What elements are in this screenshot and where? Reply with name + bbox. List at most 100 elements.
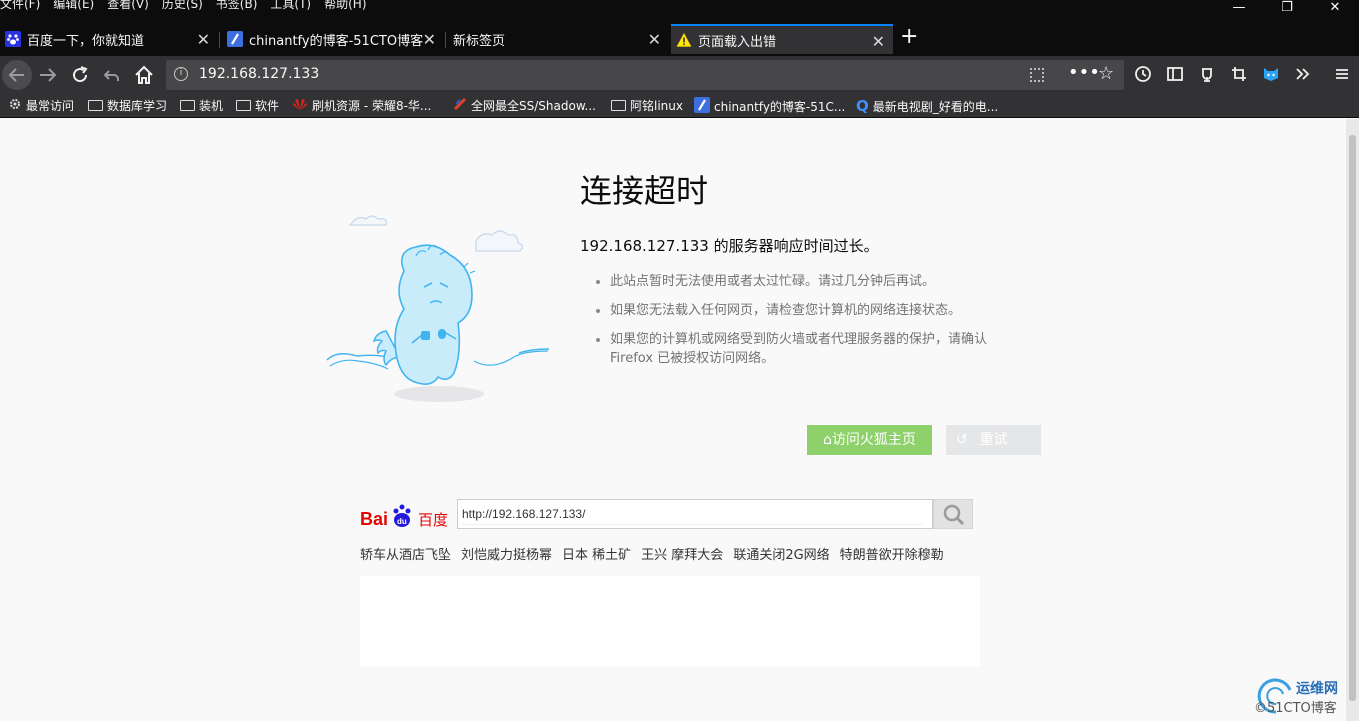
hot-search-link[interactable]: 联通关闭2G网络 bbox=[733, 544, 829, 563]
tab-baidu[interactable]: 百度一下，你就知道 ✕ bbox=[0, 24, 218, 54]
bookmark-label: 最新电视剧_好看的电... bbox=[872, 99, 999, 114]
bookmark-star-icon[interactable]: ☆ bbox=[1098, 63, 1114, 84]
bookmark-label: 软件 bbox=[255, 99, 280, 113]
bookmark-huawei[interactable]: 刷机资源 - 荣耀8-华... bbox=[292, 97, 431, 114]
dinosaur-unplugged-illustration bbox=[326, 215, 550, 402]
undo-close-button[interactable] bbox=[100, 63, 124, 87]
svg-text:du: du bbox=[397, 517, 407, 526]
close-window-button[interactable]: ✕ bbox=[1311, 0, 1359, 16]
baidu-search-button[interactable] bbox=[933, 499, 973, 529]
folder-icon bbox=[88, 100, 103, 111]
hot-search-link[interactable]: 王兴 摩拜大会 bbox=[641, 544, 723, 563]
hot-search-link[interactable]: 日本 稀土矿 bbox=[562, 544, 631, 563]
bookmarks-bar: 最常访问 数据库学习 装机 软件 刷机资源 - 荣耀8-华... 全网最全SS/… bbox=[0, 94, 1359, 118]
baidu-search-input[interactable] bbox=[462, 503, 922, 525]
forward-arrow-icon bbox=[40, 68, 57, 82]
bookmark-label: 装机 bbox=[199, 99, 224, 113]
minimize-button[interactable]: — bbox=[1215, 0, 1263, 16]
menu-file[interactable]: 文件(F) bbox=[0, 0, 40, 12]
tab-51cto[interactable]: chinantfy的博客-51CTO博客 ✕ bbox=[222, 24, 444, 54]
baidu-paw-icon bbox=[5, 31, 21, 47]
menu-view[interactable]: 查看(V) bbox=[107, 0, 149, 12]
hot-search-link[interactable]: 刘恺威力挺杨幂 bbox=[461, 544, 552, 563]
huawei-logo-icon bbox=[292, 97, 308, 114]
menu-bookmarks[interactable]: 书签(B) bbox=[216, 0, 258, 12]
close-tab-icon[interactable]: ✕ bbox=[872, 32, 885, 51]
sidebar-icon[interactable] bbox=[1166, 65, 1184, 83]
home-button[interactable] bbox=[132, 63, 156, 87]
back-button[interactable] bbox=[2, 60, 32, 90]
baidu-logo: Bai du 百度 bbox=[360, 504, 448, 529]
watermark-text: 运维网 bbox=[1296, 681, 1338, 697]
new-tab-button[interactable]: + bbox=[900, 26, 918, 48]
menu-bar: 文件(F) 编辑(E) 查看(V) 历史(S) 书签(B) 工具(T) 帮助(H… bbox=[0, 0, 1359, 22]
tab-load-error[interactable]: 页面载入出错 ✕ bbox=[671, 24, 893, 54]
tab-title: 页面载入出错 bbox=[698, 34, 777, 50]
pocket-icon[interactable] bbox=[1198, 65, 1216, 83]
screenshot-crop-icon[interactable] bbox=[1230, 65, 1248, 83]
tab-newtab[interactable]: 新标签页 ✕ bbox=[447, 24, 669, 54]
folder-icon bbox=[611, 100, 626, 111]
close-tab-icon[interactable]: ✕ bbox=[197, 30, 210, 49]
folder-icon bbox=[180, 100, 195, 111]
hot-search-list: 轿车从酒店飞坠 刘恺威力挺杨幂 日本 稀土矿 王兴 摩拜大会 联通关闭2G网络 … bbox=[360, 544, 944, 563]
maximize-button[interactable]: ❐ bbox=[1263, 0, 1311, 16]
bookmark-folder-software[interactable]: 软件 bbox=[236, 97, 279, 114]
bookmark-shadowsocks[interactable]: 全网最全SS/Shadow... bbox=[453, 97, 596, 114]
bookmark-most-visited[interactable]: 最常访问 bbox=[8, 97, 74, 114]
error-title: 连接超时 bbox=[580, 172, 709, 210]
info-icon[interactable]: i bbox=[174, 67, 188, 81]
bookmark-label: 阿铭linux bbox=[630, 99, 683, 113]
watermark: 运维网 ©51CTO博客 bbox=[1254, 676, 1350, 718]
bookmark-51cto[interactable]: chinantfy的博客-51C... bbox=[694, 97, 845, 116]
bookmark-folder-install[interactable]: 装机 bbox=[180, 97, 223, 114]
extension-cat-icon[interactable] bbox=[1262, 65, 1280, 83]
back-arrow-icon bbox=[8, 68, 24, 82]
error-description: 192.168.127.133 的服务器响应时间过长。 bbox=[580, 237, 879, 255]
tab-title: 百度一下，你就知道 bbox=[27, 33, 145, 49]
bookmark-label: 数据库学习 bbox=[107, 99, 168, 113]
blank-content-panel bbox=[360, 576, 980, 666]
bookmark-label: 全网最全SS/Shadow... bbox=[471, 99, 596, 113]
reload-button[interactable] bbox=[68, 63, 92, 87]
hamburger-menu-icon[interactable] bbox=[1333, 65, 1351, 83]
close-tab-icon[interactable]: ✕ bbox=[423, 30, 436, 49]
suggestion-item: 此站点暂时无法使用或者太过忙碌。请过几分钟后再试。 bbox=[596, 272, 1026, 291]
bookmark-label: 刷机资源 - 荣耀8-华... bbox=[312, 99, 432, 113]
vertical-scrollbar[interactable] bbox=[1346, 119, 1359, 721]
refresh-icon: ↺ bbox=[956, 432, 968, 448]
bookmark-label: 最常访问 bbox=[26, 99, 75, 113]
gear-icon bbox=[8, 97, 22, 114]
tab-bar: 百度一下，你就知道 ✕ chinantfy的博客-51CTO博客 ✕ 新标签页 … bbox=[0, 22, 1359, 56]
suggestion-item: 如果您的计算机或网络受到防火墙或者代理服务器的保护，请确认 Firefox 已被… bbox=[596, 330, 1026, 368]
bookmark-folder-database[interactable]: 数据库学习 bbox=[88, 97, 167, 114]
hot-search-link[interactable]: 轿车从酒店飞坠 bbox=[360, 544, 451, 563]
tab-separator bbox=[445, 32, 446, 48]
forward-button[interactable] bbox=[36, 63, 60, 87]
menu-history[interactable]: 历史(S) bbox=[162, 0, 203, 12]
svg-text:百度: 百度 bbox=[418, 511, 448, 529]
menu-help[interactable]: 帮助(H) bbox=[324, 0, 366, 12]
bookmark-tv-series[interactable]: Q 最新电视剧_好看的电... bbox=[856, 97, 998, 115]
library-clock-icon[interactable] bbox=[1134, 65, 1152, 83]
close-tab-icon[interactable]: ✕ bbox=[648, 30, 661, 49]
page-actions-icon[interactable]: ••• bbox=[1068, 62, 1100, 83]
scrollbar-thumb[interactable] bbox=[1349, 135, 1356, 701]
tab-title: 新标签页 bbox=[453, 33, 506, 49]
tab-separator bbox=[219, 32, 220, 48]
url-text[interactable]: 192.168.127.133 bbox=[199, 66, 319, 82]
navigation-bar: i 192.168.127.133 ••• ☆ bbox=[0, 56, 1359, 94]
error-page: 连接超时 192.168.127.133 的服务器响应时间过长。 此站点暂时无法… bbox=[0, 119, 1346, 721]
menu-edit[interactable]: 编辑(E) bbox=[53, 0, 94, 12]
folder-icon bbox=[236, 100, 251, 111]
overflow-chevron-icon[interactable] bbox=[1294, 65, 1312, 83]
home-outline-icon: ⌂ bbox=[823, 432, 832, 448]
hot-search-link[interactable]: 特朗普欲开除穆勒 bbox=[840, 544, 944, 563]
url-bar[interactable]: i 192.168.127.133 ••• ☆ bbox=[166, 60, 1124, 90]
baidu-search-box[interactable] bbox=[457, 499, 933, 529]
retry-button[interactable]: ↺ 重试 bbox=[946, 425, 1041, 455]
menu-tools[interactable]: 工具(T) bbox=[270, 0, 311, 12]
visit-firefox-home-button[interactable]: ⌂访问火狐主页 bbox=[807, 425, 932, 455]
qr-code-icon[interactable] bbox=[1030, 68, 1044, 82]
bookmark-folder-aming-linux[interactable]: 阿铭linux bbox=[611, 97, 683, 114]
